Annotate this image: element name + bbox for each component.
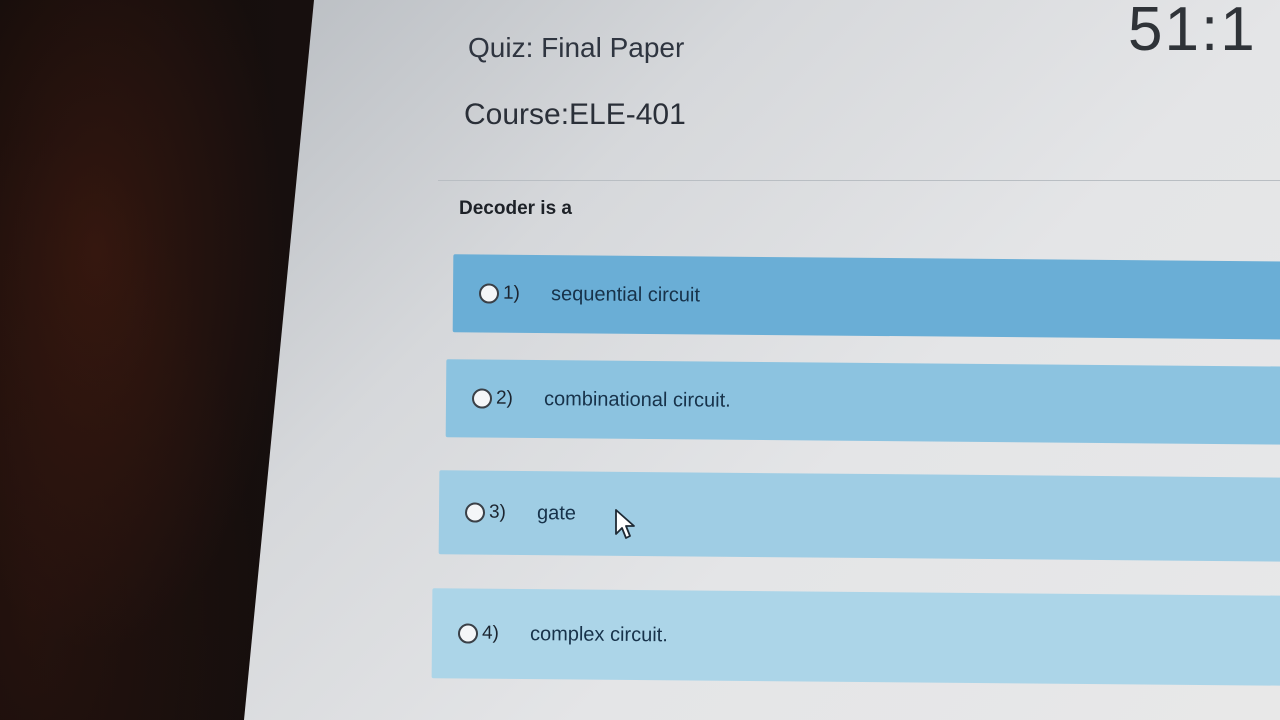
radio-button-option-3[interactable] xyxy=(464,502,486,523)
quiz-title: Quiz: Final Paper xyxy=(468,32,685,63)
option-number: 3) xyxy=(488,501,507,523)
answer-option-4[interactable]: 4) complex circuit. xyxy=(431,588,1280,686)
course-title: Course:ELE-401 xyxy=(464,98,686,131)
radio-button-option-4[interactable] xyxy=(457,623,479,644)
option-number: 1) xyxy=(502,282,521,304)
option-label[interactable]: gate xyxy=(537,502,576,525)
answer-option-3[interactable]: 3) gate xyxy=(438,470,1280,562)
option-number: 4) xyxy=(481,622,500,644)
radio-button-option-2[interactable] xyxy=(471,388,493,409)
question-text: Decoder is a xyxy=(459,198,572,219)
mouse-pointer-icon xyxy=(615,509,635,539)
radio-button-option-1[interactable] xyxy=(478,283,500,304)
option-label[interactable]: sequential circuit xyxy=(551,283,700,307)
option-number: 2) xyxy=(495,387,514,409)
header-divider xyxy=(438,180,1280,181)
option-label[interactable]: complex circuit. xyxy=(530,623,668,647)
countdown-timer: 51:1 xyxy=(1128,0,1257,64)
answer-option-1[interactable]: 1) sequential circuit xyxy=(452,254,1280,340)
answer-option-2[interactable]: 2) combinational circuit. xyxy=(445,359,1280,445)
option-label[interactable]: combinational circuit. xyxy=(544,388,731,413)
